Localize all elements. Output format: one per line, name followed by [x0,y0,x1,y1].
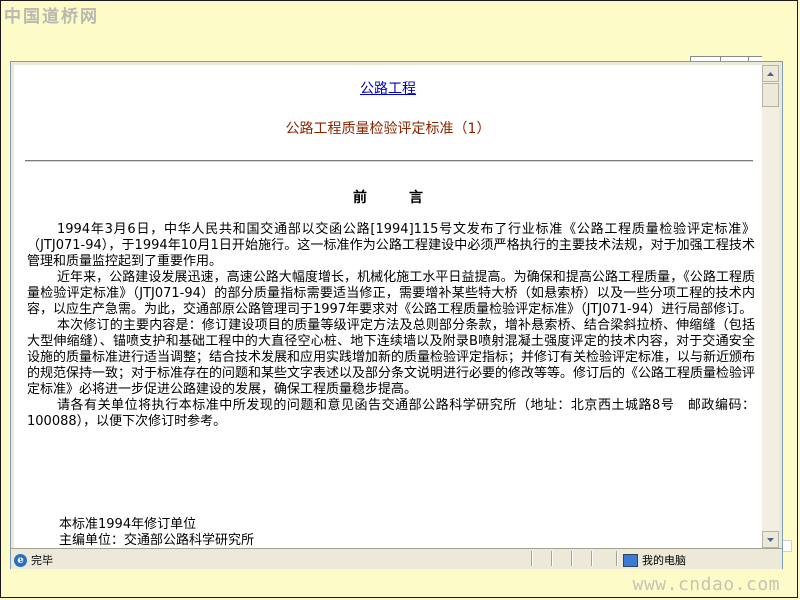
paragraph-2: 近年来，公路建设发展迅速，高速公路大幅度增长，机械化施工水平日益提高。为确保和提… [27,270,755,317]
section-heading: 前 言 [353,190,437,206]
zone-text: 我的电脑 [642,554,686,567]
scroll-down-button[interactable] [762,531,779,548]
my-computer-icon [623,553,638,567]
paragraph-1: 1994年3月6日，中华人民共和国交通部以交函公路[1994]115号文发布了行… [27,222,755,269]
document-title: 公路工程质量检验评定标准（1） [285,121,491,137]
right-edge-stub [782,540,792,552]
paragraph-3: 本次修订的主要内容是：修订建设项目的质量等级评定方法及总则部分条款，增补悬索桥、… [27,318,756,397]
site-watermark: www.cndao.com [632,574,780,595]
site-logo: 中国道桥网 [4,7,99,27]
status-separator [551,551,553,566]
browser-window: 公路工程 公路工程质量检验评定标准（1） 前 言 1994年3月6日，中华人民共… [10,61,783,569]
status-text: 完毕 [31,554,53,567]
status-left: e 完毕 [14,552,53,568]
status-bar: e 完毕 我的电脑 [11,548,782,569]
status-separator [591,551,593,566]
signature-line-2: 主编单位：交通部公路科学研究所 [59,533,255,548]
security-zone: 我的电脑 [623,552,686,568]
status-separator [531,551,533,566]
vertical-scrollbar[interactable] [762,65,779,548]
arrow-up-icon [767,71,774,76]
divider [25,160,753,162]
site-link[interactable]: 公路工程 [14,78,762,98]
scroll-up-button[interactable] [762,65,779,82]
paragraph-4: 请各有关单位将执行本标准中所发现的问题和意见函告交通部公路科学研究所（地址：北京… [27,398,755,429]
arrow-down-icon [767,537,774,542]
scroll-thumb[interactable] [762,83,779,107]
signature-line-1: 本标准1994年修订单位 [59,517,197,532]
status-separator [616,551,618,566]
body-text: 1994年3月6日，中华人民共和国交通部以交函公路[1994]115号文发布了行… [27,222,755,430]
ie-page-icon: e [14,553,27,567]
document-viewport: 公路工程 公路工程质量检验评定标准（1） 前 言 1994年3月6日，中华人民共… [14,65,762,548]
status-separator [571,551,573,566]
